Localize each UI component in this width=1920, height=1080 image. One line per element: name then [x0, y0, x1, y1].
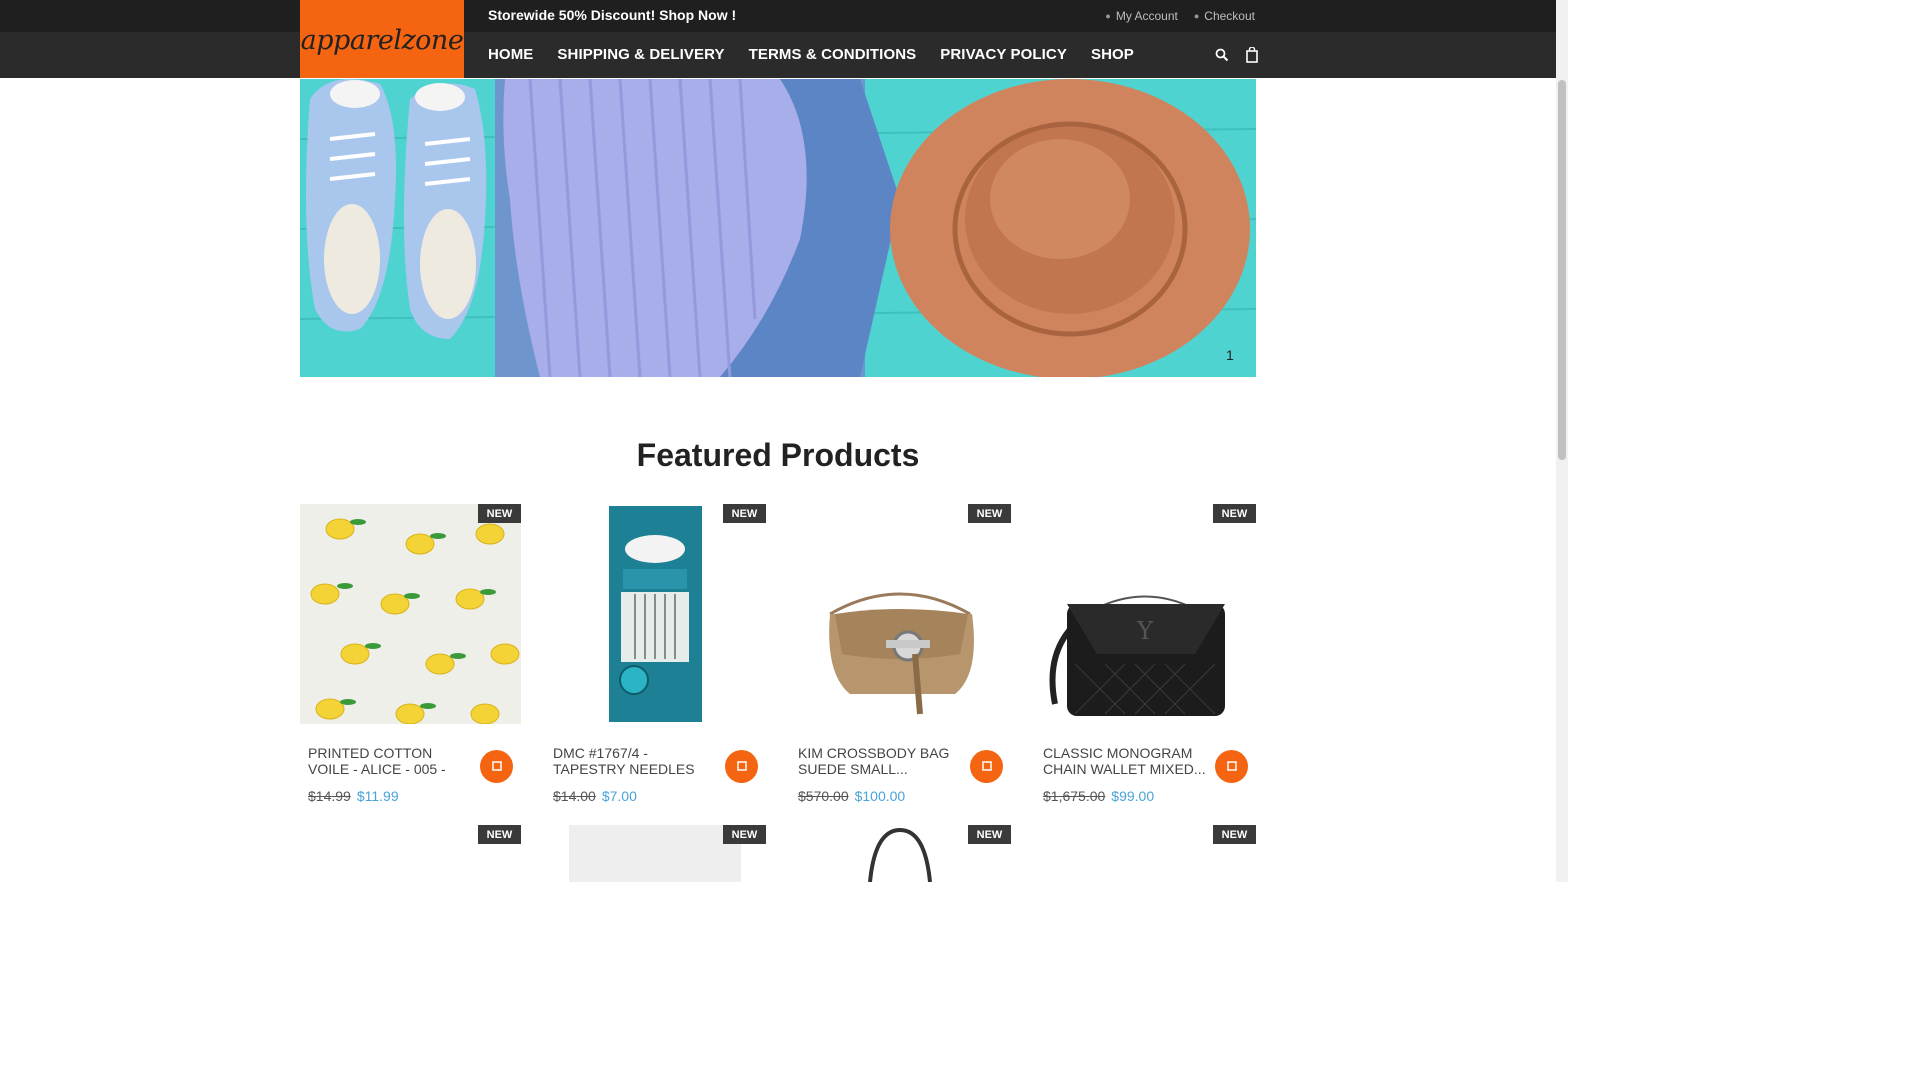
product-image[interactable]: [790, 504, 1011, 724]
add-to-cart-button[interactable]: [1215, 750, 1248, 783]
product-prices: $570.00 $100.00: [798, 788, 905, 804]
slider-pagination[interactable]: 1: [1226, 347, 1234, 363]
top-links: ● My Account ● Checkout: [1105, 9, 1255, 23]
product-card[interactable]: NEW DMC #1767/4 - TAPESTRY NEEDLES SIZE …: [545, 504, 766, 814]
product-card[interactable]: NEW: [300, 825, 521, 882]
cart-icon: [981, 758, 993, 776]
nav-terms-conditions[interactable]: TERMS & CONDITIONS: [737, 32, 929, 78]
product-image[interactable]: [300, 504, 521, 724]
new-badge: NEW: [723, 504, 766, 523]
cart-icon: [1226, 758, 1238, 776]
product-name[interactable]: PRINTED COTTON VOILE - ALICE - 005 - WHI…: [308, 746, 473, 777]
nav-shop[interactable]: SHOP: [1079, 32, 1146, 78]
product-card[interactable]: NEW: [1035, 825, 1256, 882]
cart-icon: [491, 758, 503, 776]
nav-home[interactable]: HOME: [476, 32, 545, 78]
user-icon: ●: [1105, 11, 1111, 21]
bag-emblem: Y: [1136, 617, 1154, 645]
product-card[interactable]: NEW: [545, 825, 766, 882]
my-account-label: My Account: [1115, 9, 1178, 23]
new-badge: NEW: [1213, 825, 1256, 844]
old-price: $570.00: [798, 788, 849, 804]
product-card[interactable]: NEW PRINTED COTTON VOILE - ALICE - 005 -…: [300, 504, 521, 814]
product-prices: $14.99 $11.99: [308, 788, 399, 804]
logo-text: apparelzone: [300, 24, 464, 56]
checkout-icon: ●: [1193, 11, 1200, 21]
old-price: $14.99: [308, 788, 351, 804]
featured-products-title: Featured Products: [636, 437, 920, 473]
product-name[interactable]: KIM CROSSBODY BAG SUEDE SMALL...: [798, 746, 963, 777]
checkout-label: Checkout: [1204, 9, 1255, 23]
product-name[interactable]: DMC #1767/4 - TAPESTRY NEEDLES SIZE 18: [553, 746, 718, 777]
product-image[interactable]: Y: [1035, 504, 1256, 724]
hero-image: [300, 79, 1256, 377]
top-bar: [0, 0, 1556, 32]
add-to-cart-button[interactable]: [725, 750, 758, 783]
checkout-link[interactable]: ● Checkout: [1194, 9, 1255, 23]
sale-price: $7.00: [601, 788, 637, 804]
product-prices: $1,675.00 $99.00: [1043, 788, 1154, 804]
sale-price: $99.00: [1111, 788, 1155, 804]
product-card[interactable]: NEW KIM CROSSBODY BAG SUEDE SMALL... $57…: [790, 504, 1011, 814]
add-to-cart-button[interactable]: [970, 750, 1003, 783]
promo-banner[interactable]: Storewide 50% Discount! Shop Now !: [488, 7, 736, 23]
new-badge: NEW: [478, 825, 521, 844]
search-icon[interactable]: [1214, 47, 1230, 63]
old-price: $14.00: [553, 788, 596, 804]
my-account-link[interactable]: ● My Account: [1105, 9, 1177, 23]
cart-icon[interactable]: [1244, 47, 1260, 63]
scrollbar-thumb[interactable]: [1558, 80, 1566, 460]
site-logo[interactable]: apparelzone: [300, 0, 464, 78]
new-badge: NEW: [478, 504, 521, 523]
new-badge: NEW: [968, 825, 1011, 844]
nav-icons: [1214, 32, 1260, 78]
nav-shipping-delivery[interactable]: SHIPPING & DELIVERY: [545, 32, 736, 78]
sale-price: $11.99: [356, 788, 399, 804]
add-to-cart-button[interactable]: [480, 750, 513, 783]
nav-privacy-policy[interactable]: PRIVACY POLICY: [928, 32, 1079, 78]
new-badge: NEW: [723, 825, 766, 844]
product-name[interactable]: CLASSIC MONOGRAM CHAIN WALLET MIXED...: [1043, 746, 1208, 777]
new-badge: NEW: [968, 504, 1011, 523]
product-card[interactable]: NEW: [790, 825, 1011, 882]
old-price: $1,675.00: [1043, 788, 1106, 804]
sale-price: $100.00: [854, 788, 906, 804]
main-menu: HOME SHIPPING & DELIVERY TERMS & CONDITI…: [476, 32, 1146, 78]
product-image[interactable]: [569, 825, 741, 882]
product-prices: $14.00 $7.00: [553, 788, 637, 804]
new-badge: NEW: [1213, 504, 1256, 523]
product-card[interactable]: Y NEW CLASSIC MONOGRAM CHAIN WALLET MIXE…: [1035, 504, 1256, 814]
cart-icon: [736, 758, 748, 776]
hero-slider[interactable]: [300, 79, 1256, 377]
product-image[interactable]: [545, 504, 766, 724]
